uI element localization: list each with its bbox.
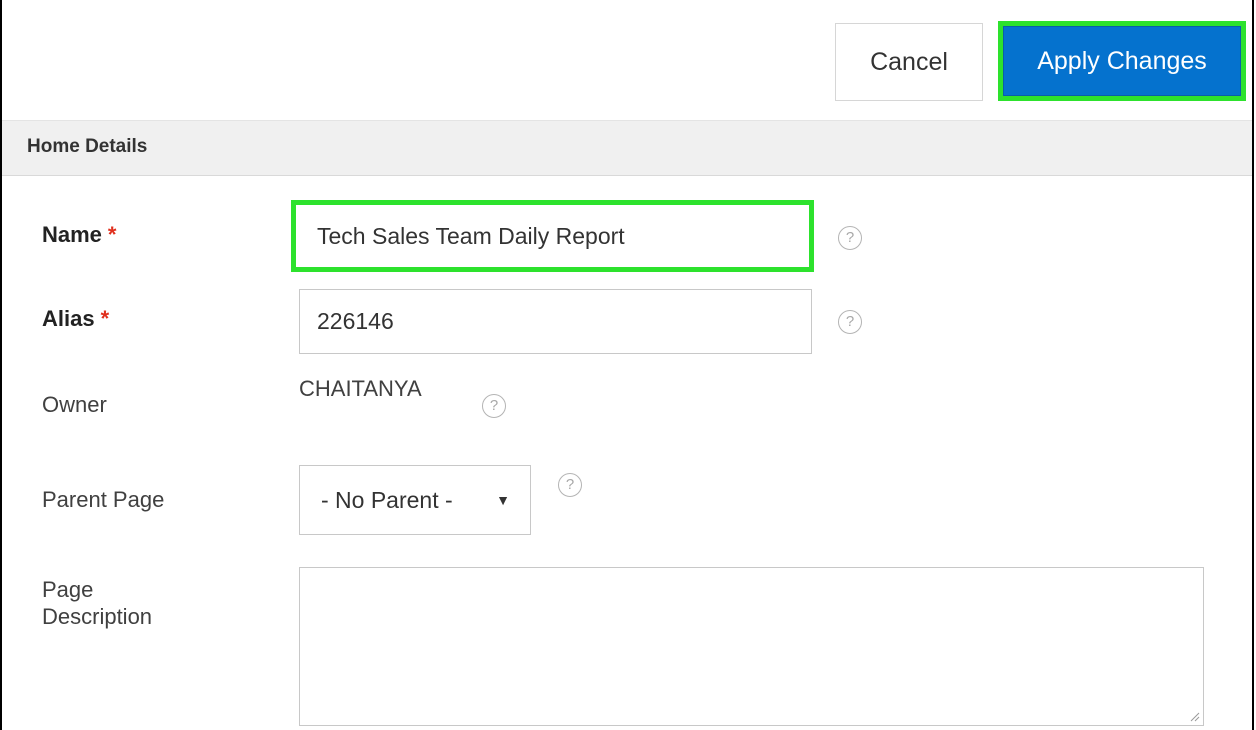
owner-value: CHAITANYA <box>299 376 422 401</box>
help-icon[interactable]: ? <box>838 226 862 250</box>
page-description-label-line1: Page <box>42 577 94 602</box>
alias-input-value: 226146 <box>317 308 394 334</box>
required-asterisk: * <box>107 222 117 247</box>
apply-changes-button[interactable]: Apply Changes <box>998 21 1246 101</box>
help-icon[interactable]: ? <box>558 473 582 497</box>
alias-label: Alias * <box>42 306 109 332</box>
toolbar: Cancel Apply Changes <box>2 0 1252 120</box>
help-icon[interactable]: ? <box>838 310 862 334</box>
cancel-button[interactable]: Cancel <box>835 23 983 101</box>
parent-page-label: Parent Page <box>42 487 165 512</box>
parent-page-select[interactable]: - No Parent - ▼ <box>299 465 531 535</box>
parent-page-selected: - No Parent - <box>321 486 453 513</box>
chevron-down-icon: ▼ <box>496 492 510 508</box>
section-header: Home Details <box>2 120 1252 176</box>
resize-grip-icon[interactable] <box>1190 712 1200 722</box>
owner-label: Owner <box>42 392 107 417</box>
alias-input[interactable]: 226146 <box>299 289 812 354</box>
name-input-value: Tech Sales Team Daily Report <box>317 222 625 249</box>
page-description-label: Page Description <box>42 576 152 630</box>
name-input[interactable]: Tech Sales Team Daily Report <box>291 200 814 272</box>
alias-label-text: Alias <box>42 306 95 331</box>
page-description-textarea[interactable] <box>299 567 1204 726</box>
name-label-text: Name <box>42 222 102 247</box>
required-asterisk: * <box>100 306 110 331</box>
page-description-label-line2: Description <box>42 604 153 629</box>
section-title: Home Details <box>27 136 148 157</box>
name-label: Name * <box>42 222 116 248</box>
help-icon[interactable]: ? <box>482 394 506 418</box>
